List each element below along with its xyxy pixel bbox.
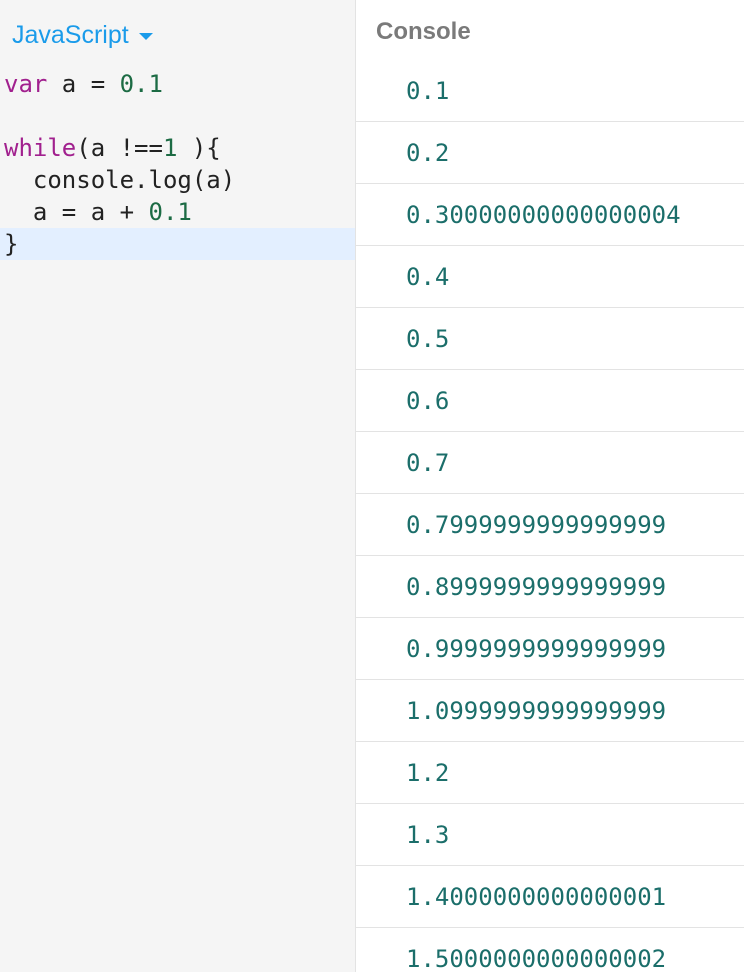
- console-log-entry: 0.6: [356, 370, 744, 432]
- console-log-entry: 1.2: [356, 742, 744, 804]
- code-token: ){: [177, 134, 221, 162]
- console-log-entry: 1.4000000000000001: [356, 866, 744, 928]
- code-token: }: [4, 230, 19, 258]
- code-token: console.log(a): [4, 166, 236, 194]
- code-line[interactable]: var a = 0.1: [0, 68, 355, 100]
- code-token: a = a +: [4, 198, 149, 226]
- console-log-entry: 0.30000000000000004: [356, 184, 744, 246]
- console-log-entry: 0.5: [356, 308, 744, 370]
- console-log-entry: 0.1: [356, 60, 744, 122]
- console-log-entry: 1.3: [356, 804, 744, 866]
- code-editor-pane[interactable]: JavaScript var a = 0.1 while(a !==1 ){ co…: [0, 0, 355, 972]
- code-line[interactable]: a = a + 0.1: [0, 196, 355, 228]
- code-keyword: var: [4, 70, 48, 98]
- console-log-entry: 0.8999999999999999: [356, 556, 744, 618]
- code-line[interactable]: [0, 100, 355, 132]
- console-log-entry: 0.7: [356, 432, 744, 494]
- language-label: JavaScript: [12, 20, 129, 49]
- console-log-entry: 0.7999999999999999: [356, 494, 744, 556]
- code-number: 1: [162, 134, 178, 162]
- console-pane: Console 0.1 0.2 0.30000000000000004 0.4 0.5 0…: [356, 0, 744, 972]
- console-log-entry: 1.0999999999999999: [356, 680, 744, 742]
- language-selector[interactable]: JavaScript: [12, 20, 153, 50]
- console-output-list: 0.1 0.2 0.30000000000000004 0.4 0.5 0.6 0.7 0.7…: [356, 60, 744, 972]
- console-log-entry: 0.4: [356, 246, 744, 308]
- code-keyword: while: [4, 134, 77, 162]
- console-log-entry: 0.9999999999999999: [356, 618, 744, 680]
- console-title: Console: [376, 18, 471, 45]
- code-token: (a !==: [76, 134, 163, 162]
- chevron-down-icon: [138, 32, 153, 40]
- code-number: 0.1: [148, 198, 192, 226]
- code-token: a =: [47, 70, 120, 98]
- code-line[interactable]: console.log(a): [0, 164, 355, 196]
- code-area[interactable]: var a = 0.1 while(a !==1 ){ console.log(a…: [0, 68, 355, 260]
- console-log-entry: 0.2: [356, 122, 744, 184]
- console-log-entry: 1.5000000000000002: [356, 928, 744, 972]
- code-line[interactable]: }: [0, 228, 355, 260]
- code-line[interactable]: while(a !==1 ){: [0, 132, 355, 164]
- code-number: 0.1: [119, 70, 163, 98]
